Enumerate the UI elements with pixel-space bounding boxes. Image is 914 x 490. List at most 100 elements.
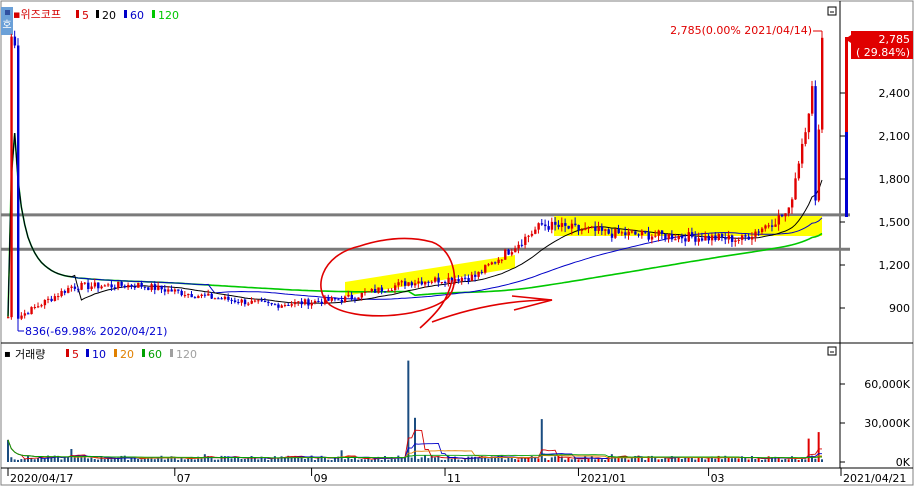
volume-bar [187,458,190,462]
ma-legend-swatch-120 [152,10,155,18]
volume-bar [737,458,740,462]
candle-body [797,163,801,179]
volume-bar [50,457,53,462]
candle-body [507,249,510,255]
candle-body [113,287,117,289]
panel-tab-label: 호 [2,19,11,31]
candle-body [17,45,20,319]
volume-bar [804,459,807,462]
candle-body [784,213,787,217]
candle-body [300,301,303,305]
candle-body [63,291,67,293]
volume-legend-label-10: 10 [92,348,106,361]
price-y-tick-label: 1,800 [879,173,911,186]
volume-bar [744,457,747,462]
candle-body [770,225,774,227]
volume-bar [680,458,683,462]
candle-body [420,281,424,285]
volume-bar [273,456,276,462]
candle-body [287,304,290,306]
candle-body [460,277,464,282]
candle-body [707,235,710,241]
volume-bar [821,459,823,462]
candle-body [437,277,440,283]
candle-body [243,299,247,305]
volume-bar [580,459,583,462]
candle-body [764,225,767,229]
candle-body [570,223,574,229]
candle-body [444,281,447,283]
candle-body [750,236,754,240]
volume-bar [424,455,427,462]
candle-body [477,271,480,277]
volume-bar [97,459,100,462]
candle-body [237,302,240,304]
candle-body [263,301,267,303]
candle-body [370,288,374,292]
candle-body [821,37,824,130]
candle-body [780,215,784,217]
candle-body [680,236,684,239]
candle-body [674,239,677,241]
candle-body [694,236,697,242]
candle-body [337,299,340,301]
candle-body [810,86,814,114]
candle-body [567,225,570,229]
ma-legend-label-5: 5 [82,9,89,22]
candle-body [624,232,627,236]
candle-body [550,221,554,230]
volume-legend-swatch-10 [86,349,89,357]
volume-legend-label-60: 60 [148,348,162,361]
volume-bar [460,459,463,462]
volume-minimize-button[interactable] [827,346,837,356]
volume-bar [570,459,573,462]
window-frame [0,0,914,486]
volume-legend-swatch-20 [114,349,117,357]
volume-bar [800,458,803,462]
panel-menu-icon[interactable] [5,10,10,15]
volume-bar [627,459,630,462]
volume-bar [363,459,366,462]
volume-bar [210,458,213,462]
candle-body [457,278,460,282]
candle-body [240,299,243,303]
volume-bar [604,460,607,462]
candle-body [250,300,253,304]
volume-bar [630,457,633,462]
volume-bar [43,458,46,462]
candle-body [480,271,484,273]
volume-bar [440,459,443,462]
candle-body [390,290,394,292]
candle-body [814,86,817,201]
volume-bar [784,458,787,462]
candle-body [650,236,654,240]
candle-body [77,288,80,290]
stock-name-label: ▪위즈코프 [13,8,61,21]
candle-body [150,284,153,290]
candle-body [320,301,323,304]
volume-bar [677,457,680,462]
candle-body [614,228,617,238]
candle-body [120,281,123,286]
volume-bar [734,457,737,462]
candle-body [20,315,23,319]
candle-body [70,286,73,288]
candle-body [7,317,10,319]
candle-body [30,307,33,315]
chart-canvas: 호 ▪위즈코프 5 20 60 120 2,785(0.00% 2021/04/14)… [0,0,914,486]
candle-body [23,313,27,316]
candle-body [57,296,60,298]
candle-body [253,300,257,302]
candle-body [540,223,544,225]
candle-body [580,229,584,231]
candle-body [260,300,263,302]
candle-body [397,282,400,286]
price-minimize-button[interactable] [827,6,837,16]
candle-body [193,297,197,299]
volume-bar [640,457,643,462]
candle-body [484,265,487,273]
candle-body [307,299,310,306]
volume-bar [400,458,403,462]
volume-bar [130,458,133,462]
candle-body [637,234,640,236]
